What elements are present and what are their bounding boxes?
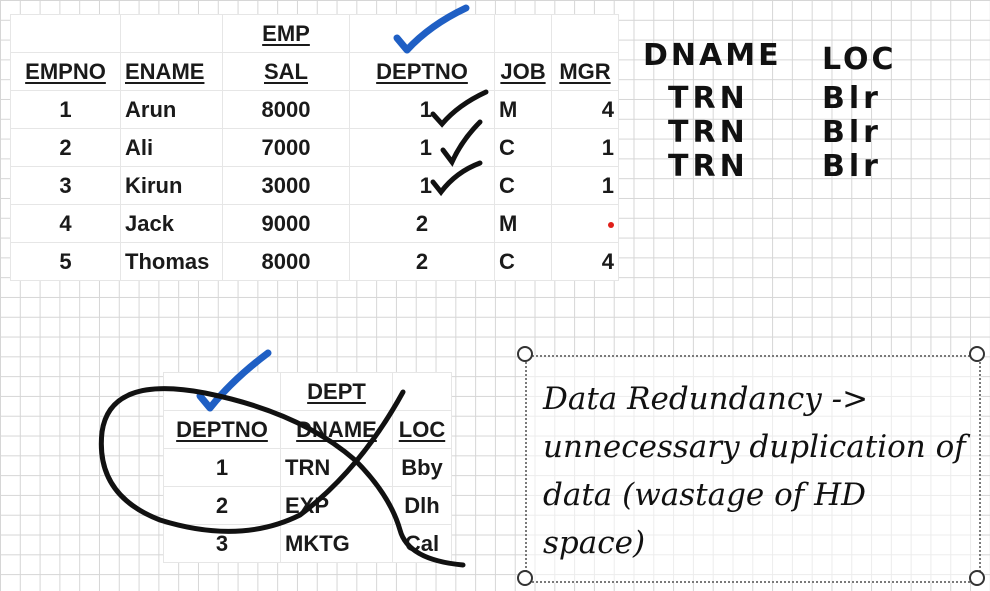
table-row: 2 EXP Dlh	[163, 486, 452, 525]
mgr-cell	[551, 204, 619, 243]
column-header-loc: LOC	[392, 410, 452, 449]
column-header-empno: EMPNO	[10, 52, 121, 91]
empno-cell: 3	[10, 166, 121, 205]
deptno-cell: 2	[349, 242, 495, 281]
deptno-cell: 1	[163, 448, 281, 487]
table-row: 3 MKTG Cal	[163, 524, 452, 563]
ename-cell: Ali	[120, 128, 223, 167]
column-header-deptno: DEPTNO	[349, 52, 495, 91]
deptno-cell: 2	[163, 486, 281, 525]
ename-cell: Jack	[120, 204, 223, 243]
table-row: 4 Jack 9000 2 M	[10, 204, 619, 243]
resize-handle-bottom-left[interactable]	[517, 570, 533, 586]
column-header-dname: DNAME	[280, 410, 393, 449]
ename-cell: Kirun	[120, 166, 223, 205]
deptno-cell: 1	[349, 90, 495, 129]
table-row: 1 TRN Bby	[163, 448, 452, 487]
dept-table: DEPT DEPTNO DNAME LOC 1 TRN Bby 2 EXP Dl…	[163, 372, 452, 563]
resize-handle-top-left[interactable]	[517, 346, 533, 362]
ename-cell: Thomas	[120, 242, 223, 281]
job-cell: M	[494, 90, 552, 129]
handwritten-dname-value: TRN	[668, 149, 749, 184]
deptno-cell: 1	[349, 128, 495, 167]
empno-cell: 5	[10, 242, 121, 281]
table-row: 3 Kirun 3000 1 C 1	[10, 166, 619, 205]
table-row: 1 Arun 8000 1 M 4	[10, 90, 619, 129]
note-text: Data Redundancy -> unnecessary duplicati…	[543, 381, 966, 561]
emp-title-row: EMP	[10, 14, 619, 53]
column-header-mgr: MGR	[551, 52, 619, 91]
handwritten-dname-values: TRN TRN TRN	[668, 82, 749, 184]
job-cell: C	[494, 128, 552, 167]
column-header-deptno: DEPTNO	[163, 410, 281, 449]
empno-cell: 1	[10, 90, 121, 129]
resize-handle-top-right[interactable]	[969, 346, 985, 362]
note-box[interactable]: Data Redundancy -> unnecessary duplicati…	[525, 355, 981, 583]
sal-cell: 9000	[222, 204, 350, 243]
deptno-cell: 1	[349, 166, 495, 205]
column-header-job: JOB	[494, 52, 552, 91]
handwritten-dname-header: DNAME	[643, 38, 782, 73]
column-header-ename: ENAME	[120, 52, 223, 91]
column-header-sal: SAL	[222, 52, 350, 91]
sal-cell: 7000	[222, 128, 350, 167]
handwritten-loc-value: Blr	[822, 81, 882, 116]
handwritten-loc-value: Blr	[822, 115, 882, 150]
emp-table: EMP EMPNO ENAME SAL DEPTNO JOB MGR 1 Aru…	[10, 14, 619, 281]
emp-header-row: EMPNO ENAME SAL DEPTNO JOB MGR	[10, 52, 619, 91]
handwritten-loc-value: Blr	[822, 149, 882, 184]
handwritten-dname-value: TRN	[668, 81, 749, 116]
sal-cell: 8000	[222, 242, 350, 281]
loc-cell: Dlh	[392, 486, 452, 525]
job-cell: M	[494, 204, 552, 243]
loc-cell: Cal	[392, 524, 452, 563]
mgr-cell: 4	[551, 90, 619, 129]
loc-cell: Bby	[392, 448, 452, 487]
empno-cell: 2	[10, 128, 121, 167]
dept-table-title: DEPT	[280, 372, 393, 411]
sal-cell: 8000	[222, 90, 350, 129]
mgr-cell: 4	[551, 242, 619, 281]
handwritten-dname-value: TRN	[668, 115, 749, 150]
mgr-cell: 1	[551, 128, 619, 167]
handwritten-loc-values: Blr Blr Blr	[822, 82, 882, 184]
dname-cell: EXP	[280, 486, 393, 525]
job-cell: C	[494, 242, 552, 281]
job-cell: C	[494, 166, 552, 205]
dept-title-row: DEPT	[163, 372, 452, 411]
deptno-cell: 2	[349, 204, 495, 243]
empno-cell: 4	[10, 204, 121, 243]
resize-handle-bottom-right[interactable]	[969, 570, 985, 586]
deptno-cell: 3	[163, 524, 281, 563]
table-row: 5 Thomas 8000 2 C 4	[10, 242, 619, 281]
dname-cell: TRN	[280, 448, 393, 487]
sal-cell: 3000	[222, 166, 350, 205]
table-row: 2 Ali 7000 1 C 1	[10, 128, 619, 167]
emp-table-title: EMP	[222, 14, 350, 53]
mgr-cell: 1	[551, 166, 619, 205]
dept-header-row: DEPTNO DNAME LOC	[163, 410, 452, 449]
dname-cell: MKTG	[280, 524, 393, 563]
ename-cell: Arun	[120, 90, 223, 129]
handwritten-loc-header: LOC	[822, 42, 897, 77]
